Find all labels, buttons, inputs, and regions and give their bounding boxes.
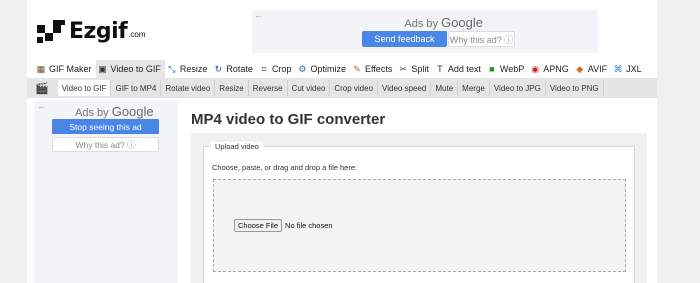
nav-label: WebP <box>499 64 525 74</box>
logo-text: Ezgif <box>69 19 128 44</box>
nav-label: Add text <box>447 64 481 74</box>
nav-optimize[interactable]: ⚙ Optimize <box>295 60 350 78</box>
nav-label: Optimize <box>310 64 346 74</box>
nav-label: Effects <box>364 64 393 74</box>
nav-split[interactable]: ✂ Split <box>396 60 433 78</box>
subnav-rotate-video[interactable]: Rotate video <box>161 80 216 96</box>
drop-zone[interactable]: Choose File No file chosen <box>213 179 626 272</box>
file-input[interactable]: Choose File No file chosen <box>234 219 333 232</box>
crop-icon: ⌗ <box>261 64 267 74</box>
nav-crop[interactable]: ⌗ Crop <box>257 60 296 78</box>
nav-video-to-gif[interactable]: ▣ Video to GIF <box>95 60 165 78</box>
nav-label: Rotate <box>226 64 253 74</box>
upload-legend: Upload video <box>211 142 263 151</box>
main-nav: ▦ GIF Maker ▣ Video to GIF ⤡ Resize ↻ Rotate ⌗ Cr… <box>34 60 646 78</box>
side-ad: ← Ads by Google Stop seeing this ad Why … <box>34 100 178 283</box>
stop-seeing-ad-button[interactable]: Stop seeing this ad <box>52 119 159 134</box>
subnav-resize[interactable]: Resize <box>215 80 249 96</box>
ads-by-google: Ads by Google <box>75 104 154 119</box>
nav-jxl[interactable]: ⌘ JXL <box>611 60 646 78</box>
back-arrow-icon[interactable]: ← <box>37 101 46 111</box>
logo-suffix: .com <box>128 30 146 39</box>
page: Ezgif .com ← Ads by Google Send feedback… <box>27 0 657 283</box>
subnav-video-to-gif[interactable]: Video to GIF <box>57 80 112 96</box>
film-icon: 🎬 <box>35 82 49 95</box>
nav-effects[interactable]: ✎ Effects <box>350 60 396 78</box>
logo-mark-icon <box>37 20 65 44</box>
ads-by-label: Ads by <box>404 18 439 30</box>
split-icon: ✂ <box>399 64 408 74</box>
nav-gif-maker[interactable]: ▦ GIF Maker <box>34 60 96 78</box>
nav-add-text[interactable]: T Add text <box>433 60 485 78</box>
apng-icon: ◉ <box>531 64 540 74</box>
back-arrow-icon[interactable]: ← <box>254 10 263 20</box>
sub-nav: 🎬 Video to GIF GIF to MP4 Rotate video Resi… <box>27 78 657 98</box>
nav-label: Resize <box>179 64 208 74</box>
nav-resize[interactable]: ⤡ Resize <box>165 60 212 78</box>
ads-by-google: Ads by Google <box>404 15 483 30</box>
nav-label: Crop <box>271 64 292 74</box>
choose-file-button[interactable]: Choose File <box>234 219 283 232</box>
subnav-reverse[interactable]: Reverse <box>249 80 288 96</box>
page-title: MP4 video to GIF converter <box>191 111 386 128</box>
send-feedback-button[interactable]: Send feedback <box>362 31 447 47</box>
subnav-crop-video[interactable]: Crop video <box>330 80 379 96</box>
nav-webp[interactable]: ■ WebP <box>485 60 528 78</box>
optimize-icon: ⚙ <box>298 64 307 74</box>
subnav-gif-to-mp4[interactable]: GIF to MP4 <box>111 80 162 96</box>
effects-icon: ✎ <box>353 64 361 74</box>
add-text-icon: T <box>437 64 443 74</box>
subnav-merge[interactable]: Merge <box>458 80 490 96</box>
subnav-cut-video[interactable]: Cut video <box>288 80 331 96</box>
top-ad-banner: ← Ads by Google Send feedback Why this a… <box>252 10 598 53</box>
subnav-video-to-jpg[interactable]: Video to JPG <box>490 80 546 96</box>
nav-avif[interactable]: ◆ AVIF <box>573 60 611 78</box>
nav-label: JXL <box>626 64 642 74</box>
avif-icon: ◆ <box>576 64 584 74</box>
subnav-video-to-png[interactable]: Video to PNG <box>546 80 604 96</box>
nav-label: Video to GIF <box>110 64 161 74</box>
google-label: Google <box>111 104 154 119</box>
nav-label: AVIF <box>587 64 608 74</box>
ads-by-label: Ads by <box>75 107 109 119</box>
why-this-ad-button[interactable]: Why this ad? ⓘ <box>448 31 515 47</box>
nav-label: Split <box>411 64 429 74</box>
subnav-mute[interactable]: Mute <box>431 80 459 96</box>
rotate-icon: ↻ <box>214 64 223 74</box>
resize-icon: ⤡ <box>168 64 176 74</box>
nav-rotate[interactable]: ↻ Rotate <box>211 60 257 78</box>
video-icon: ▣ <box>98 64 107 74</box>
file-status: No file chosen <box>285 221 333 230</box>
why-this-ad-button[interactable]: Why this ad? ⓘ <box>52 137 159 152</box>
subnav-video-speed[interactable]: Video speed <box>378 80 432 96</box>
webp-icon: ■ <box>489 64 495 74</box>
nav-apng[interactable]: ◉ APNG <box>528 60 573 78</box>
upload-fieldset: Upload video Choose, paste, or drag and … <box>203 142 635 283</box>
google-label: Google <box>441 15 483 30</box>
nav-label: GIF Maker <box>49 64 92 74</box>
nav-label: APNG <box>543 64 569 74</box>
upload-prompt: Choose, paste, or drag and drop a file h… <box>212 163 358 172</box>
gif-maker-icon: ▦ <box>36 64 46 74</box>
ezgif-logo[interactable]: Ezgif .com <box>37 20 146 44</box>
jxl-icon: ⌘ <box>613 64 623 74</box>
